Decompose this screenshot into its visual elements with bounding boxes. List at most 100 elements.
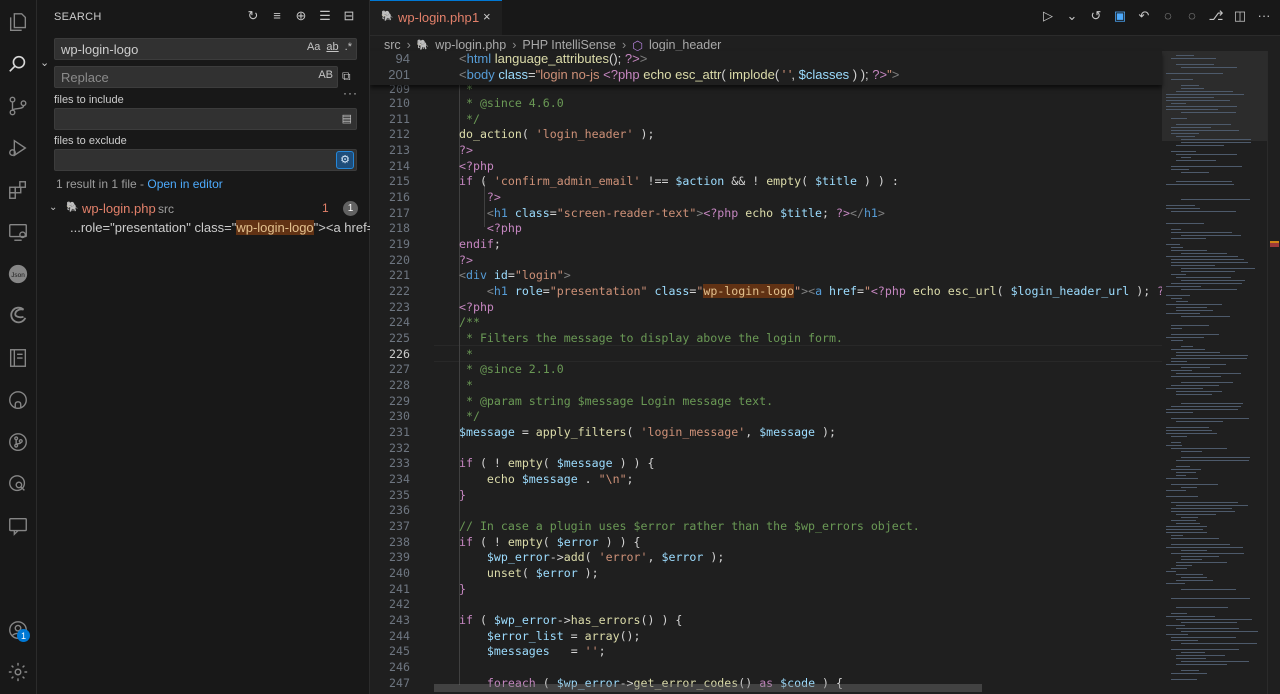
breadcrumb-item[interactable]: PHP IntelliSense	[522, 38, 616, 52]
minimap-line	[1181, 280, 1245, 281]
chevron-down-icon[interactable]: ⌄	[49, 202, 57, 213]
minimap-line	[1181, 589, 1236, 590]
run-debug-icon[interactable]	[4, 134, 32, 162]
minimap-line	[1166, 295, 1190, 296]
result-match-row[interactable]: ...role="presentation" class="wp-login-l…	[70, 220, 385, 235]
comments-icon[interactable]	[4, 512, 32, 540]
minimap-line	[1181, 88, 1204, 89]
minimap-line	[1166, 625, 1185, 626]
minimap-line	[1171, 535, 1183, 536]
toggle-search-details-icon[interactable]: ···	[343, 86, 358, 100]
minimap-line	[1166, 388, 1203, 389]
settings-gear-icon[interactable]	[4, 658, 32, 686]
replace-input[interactable]: Replace AB	[54, 66, 338, 88]
minimap-line	[1166, 430, 1212, 431]
php-file-icon: 🐘	[416, 39, 430, 51]
minimap-line	[1171, 229, 1181, 230]
open-in-editor-link[interactable]: Open in editor	[147, 177, 222, 191]
collapse-all-icon[interactable]: ⊟	[341, 8, 357, 24]
minimap-line	[1176, 655, 1225, 656]
minimap-line	[1166, 304, 1222, 305]
search-input[interactable]: wp-login-logo Aa ab .*	[54, 38, 357, 60]
book-icon[interactable]	[4, 344, 32, 372]
preserve-case-icon[interactable]: AB	[318, 69, 333, 81]
timeline-icon[interactable]: ↺	[1088, 8, 1104, 24]
minimap-line	[1181, 253, 1227, 254]
open-editors-only-icon[interactable]: ▤	[342, 112, 352, 125]
sticky-scroll: 94 <html language_attributes(); ?>> 201 <b…	[370, 51, 1162, 85]
minimap-line	[1176, 475, 1186, 476]
minimap-line	[1181, 67, 1237, 68]
minimap-line	[1166, 634, 1188, 635]
horizontal-scrollbar[interactable]	[434, 684, 982, 692]
minimap-line	[1166, 571, 1176, 572]
minimap-line	[1171, 265, 1215, 266]
source-control-icon[interactable]	[4, 92, 32, 120]
json-icon[interactable]: Json	[4, 260, 32, 288]
new-search-editor-icon[interactable]: ⊕	[293, 8, 309, 24]
more-actions-icon[interactable]: ···	[1256, 8, 1272, 24]
go-back-icon[interactable]: ↶	[1136, 8, 1152, 24]
minimap-line	[1166, 94, 1244, 95]
result-file-dir: src	[158, 202, 174, 216]
minimap-line	[1176, 619, 1252, 620]
minimap-line	[1171, 298, 1182, 299]
minimap-line	[1166, 427, 1209, 428]
minimap-line	[1171, 613, 1187, 614]
search-icon[interactable]	[4, 50, 32, 78]
minimap-line	[1171, 544, 1230, 545]
run-icon[interactable]: ▷	[1040, 8, 1056, 24]
results-summary: 1 result in 1 file - Open in editor	[56, 177, 223, 191]
minimap-line	[1171, 406, 1241, 407]
replace-all-icon[interactable]: ⧉	[342, 69, 351, 84]
minimap-line	[1181, 139, 1251, 140]
overview-ruler[interactable]	[1267, 51, 1280, 694]
search-people-icon[interactable]	[4, 470, 32, 498]
close-tab-icon[interactable]: ×	[483, 9, 491, 24]
toggle-replace-chevron-icon[interactable]: ⌄	[40, 56, 49, 69]
minimap-line	[1176, 181, 1232, 182]
minimap-line	[1176, 124, 1231, 125]
git-compare-icon[interactable]: ⎇	[1208, 8, 1224, 24]
git-graph-icon[interactable]	[4, 428, 32, 456]
explorer-icon[interactable]	[4, 8, 32, 36]
breadcrumb-item[interactable]: wp-login.php	[435, 38, 506, 52]
minimap-line	[1176, 352, 1220, 353]
minimap-line	[1176, 658, 1206, 659]
match-whole-word-icon[interactable]: ab	[326, 41, 338, 53]
minimap-line	[1171, 274, 1186, 275]
match-case-icon[interactable]: Aa	[307, 41, 320, 53]
minimap-line	[1171, 679, 1197, 680]
remote-icon[interactable]: ▣	[1112, 8, 1128, 24]
minimap-line	[1171, 538, 1219, 539]
result-file-row[interactable]: ⌄ 🐘 wp-login.php src 1 1	[37, 200, 368, 220]
minimap-line	[1166, 433, 1217, 434]
edge-icon[interactable]	[4, 302, 32, 330]
minimap[interactable]	[1162, 51, 1267, 694]
minimap-line	[1171, 436, 1187, 437]
regex-icon[interactable]: .*	[345, 41, 352, 53]
run-dropdown-icon[interactable]: ⌄	[1064, 8, 1080, 24]
breadcrumb-item[interactable]: login_header	[649, 38, 721, 52]
files-include-input[interactable]: ▤	[54, 108, 357, 130]
github-icon[interactable]	[4, 386, 32, 414]
refresh-icon[interactable]: ↻	[245, 8, 261, 24]
minimap-line	[1171, 418, 1249, 419]
current-line-highlight	[434, 345, 1162, 362]
minimap-line	[1171, 385, 1219, 386]
clear-results-icon[interactable]: ≡	[269, 8, 285, 24]
tab-wp-login[interactable]: 🐘 wp-login.php 1 ×	[370, 0, 502, 35]
view-as-tree-icon[interactable]: ☰	[317, 8, 333, 24]
extensions-icon[interactable]	[4, 176, 32, 204]
remote-explorer-icon[interactable]	[4, 218, 32, 246]
minimap-line	[1171, 508, 1232, 509]
use-exclude-settings-icon[interactable]: ⚙	[336, 151, 354, 169]
previous-change-icon[interactable]: ◌	[1160, 8, 1176, 24]
breadcrumb-item[interactable]: src	[384, 38, 401, 52]
minimap-line	[1166, 106, 1237, 107]
next-change-icon[interactable]: ◌	[1184, 8, 1200, 24]
files-exclude-input[interactable]: ⚙	[54, 149, 357, 171]
minimap-line	[1171, 340, 1183, 341]
split-editor-icon[interactable]: ◫	[1232, 8, 1248, 24]
minimap-line	[1181, 661, 1249, 662]
